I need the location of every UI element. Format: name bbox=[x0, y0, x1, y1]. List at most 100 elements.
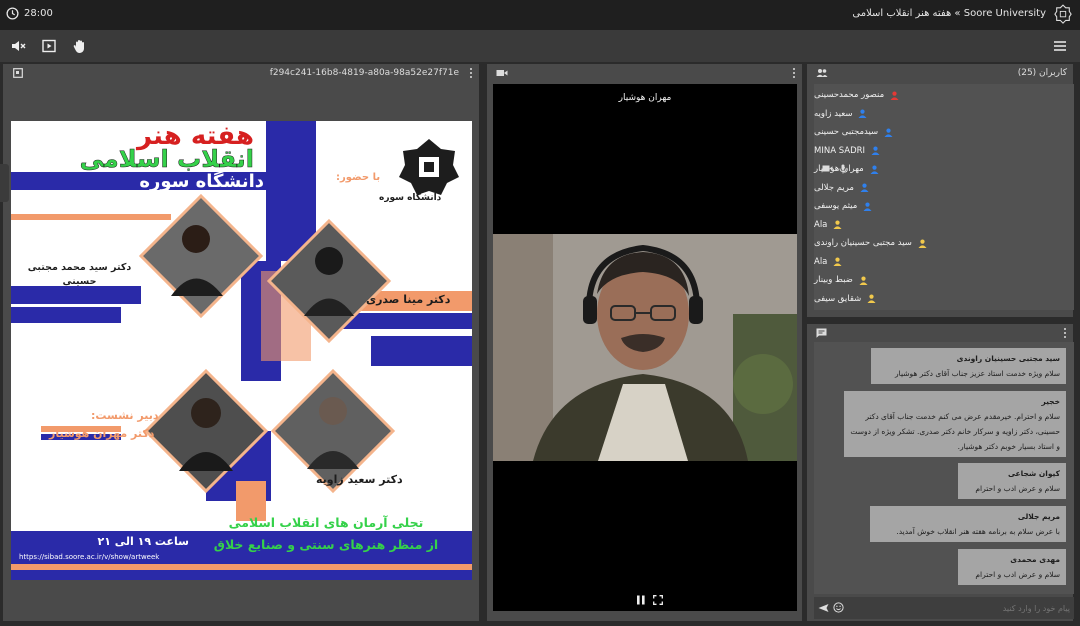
user-row[interactable]: میثم یوسفی bbox=[814, 197, 1074, 215]
chat-message-author: مریم جلالی bbox=[1017, 512, 1060, 521]
user-icon bbox=[884, 128, 893, 137]
poster-with-presence: با حضور: bbox=[336, 172, 381, 183]
user-row[interactable]: سیدمجتبی حسینی bbox=[814, 123, 1074, 141]
chat-panel: سید مجتبی حسینیان راوندی سلام ویژه خدمت … bbox=[807, 324, 1074, 621]
chat-message-text: سلام و عرض ادب و احترام bbox=[975, 484, 1060, 493]
camera-icon bbox=[496, 70, 508, 76]
poster-topic-line-1: تجلی آرمان های انقلاب اسلامی bbox=[228, 515, 424, 530]
chat-input-bar bbox=[814, 597, 1074, 619]
poster-speaker-3: دکتر مهران هوشیار bbox=[49, 427, 155, 440]
user-row[interactable]: شقایق سیفی bbox=[814, 290, 1074, 308]
chat-message-author: مهدی محمدی bbox=[1010, 555, 1060, 564]
user-row[interactable]: Ala bbox=[814, 253, 1074, 271]
user-icon bbox=[871, 146, 880, 155]
chat-message: کیوان شجاعی سلام و عرض ادب و احترام bbox=[958, 463, 1066, 499]
poster-time-line-1: زمان: سه شنبه ۲۴ فروردین bbox=[38, 517, 189, 530]
share-screen-button[interactable] bbox=[41, 38, 57, 54]
session-timer: 28:00 bbox=[6, 7, 53, 20]
presentation-options-button[interactable] bbox=[470, 68, 473, 78]
webcam-image bbox=[493, 234, 797, 461]
chat-message: خجیر سلام و احترام. خیرمقدم عرض می کنم خ… bbox=[844, 391, 1066, 457]
user-row[interactable]: منصور محمدحسینی bbox=[814, 86, 1074, 104]
user-name: میثم یوسفی bbox=[814, 201, 858, 211]
chat-message: مهدی محمدی سلام و عرض ادب و احترام bbox=[958, 549, 1066, 585]
user-name: سعید زاویه bbox=[814, 108, 853, 119]
presentation-panel: f294c241-16b8-4819-a80a-98a52e27f71e هفت… bbox=[0, 64, 479, 621]
top-bar: 28:00 Soore University » هفته هنر انقلاب… bbox=[0, 0, 1080, 30]
main-menu-button[interactable] bbox=[1052, 38, 1068, 54]
speaker-muted-icon bbox=[12, 41, 26, 51]
poster-url[interactable]: https://sibad.soore.ac.ir/v/show/artweek bbox=[19, 553, 159, 561]
raise-hand-button[interactable] bbox=[72, 38, 88, 54]
presentation-file-id: f294c241-16b8-4819-a80a-98a52e27f71e bbox=[269, 68, 459, 78]
user-icon bbox=[867, 294, 876, 303]
user-name: Ala bbox=[814, 219, 828, 230]
presentation-icon bbox=[13, 68, 23, 78]
chat-message-author: سید مجتبی حسینیان راوندی bbox=[956, 354, 1060, 363]
mute-audio-button[interactable] bbox=[10, 38, 26, 54]
webcam-feed bbox=[493, 234, 797, 461]
video-stage: مهران هوشیار bbox=[493, 84, 797, 611]
user-name: سیدمجتبی حسینی bbox=[814, 127, 879, 137]
chat-message-input[interactable] bbox=[850, 599, 1070, 617]
chat-header bbox=[807, 324, 1073, 342]
user-row[interactable]: ضبط وبینار bbox=[814, 271, 1074, 289]
play-screen-icon bbox=[42, 39, 56, 53]
user-icon bbox=[833, 257, 842, 266]
pause-video-button[interactable] bbox=[636, 590, 646, 609]
timer-text: 28:00 bbox=[24, 8, 53, 19]
poster-speaker-1: دکتر سید محمد مجتبی حسینی bbox=[27, 262, 132, 287]
clock-icon bbox=[6, 7, 19, 20]
poster-heading-2: انقلاب اسلامی bbox=[79, 145, 254, 174]
microphone-icon bbox=[839, 164, 847, 174]
fullscreen-button[interactable] bbox=[653, 590, 663, 609]
user-name: Ala bbox=[814, 256, 828, 267]
chat-messages: سید مجتبی حسینیان راوندی سلام ویژه خدمت … bbox=[814, 342, 1074, 594]
user-icon bbox=[870, 165, 879, 174]
user-row[interactable]: مهران هوشیار bbox=[814, 160, 1074, 178]
user-icon bbox=[833, 220, 842, 229]
user-name: ضبط وبینار bbox=[814, 275, 853, 285]
user-media-status bbox=[822, 164, 847, 174]
emoji-icon[interactable] bbox=[833, 602, 844, 613]
user-row[interactable]: سعید زاویه bbox=[814, 105, 1074, 123]
chat-message-text: سلام و عرض ادب و احترام bbox=[975, 570, 1060, 579]
chat-message-author: کیوان شجاعی bbox=[1007, 469, 1060, 478]
poster-university: دانشگاه سوره bbox=[379, 193, 442, 203]
poster-secretary-label: دبیر نشست: bbox=[91, 409, 159, 422]
user-row[interactable]: مریم جلالی bbox=[814, 179, 1074, 197]
user-row[interactable]: Ala bbox=[814, 216, 1074, 234]
hamburger-icon bbox=[1054, 41, 1066, 51]
user-icon bbox=[863, 202, 872, 211]
presentation-side-handle[interactable] bbox=[0, 164, 9, 202]
users-icon bbox=[816, 69, 828, 77]
chat-message-text: حسینی، دکتر زاویه و سرکار خانم دکتر صدری… bbox=[850, 427, 1060, 436]
users-title: کاربران (25) bbox=[1017, 68, 1067, 78]
user-name: شقایق سیفی bbox=[814, 293, 862, 304]
user-icon bbox=[858, 109, 867, 118]
chat-message-text: و استاد بسیار خوبم دکتر هوشیار. bbox=[957, 442, 1060, 451]
camera-icon bbox=[822, 165, 833, 172]
user-name: MINA SADRI bbox=[814, 145, 866, 156]
users-header: کاربران (25) bbox=[807, 64, 1073, 82]
user-name: سید مجتبی حسینیان راوندی bbox=[814, 238, 912, 248]
user-name: منصور محمدحسینی bbox=[814, 90, 885, 100]
video-speaker-name: مهران هوشیار bbox=[618, 93, 672, 103]
video-options-button[interactable] bbox=[793, 68, 796, 78]
chat-options-button[interactable] bbox=[1064, 328, 1067, 338]
user-row[interactable]: سید مجتبی حسینیان راوندی bbox=[814, 234, 1074, 252]
hand-icon bbox=[73, 40, 84, 53]
send-icon[interactable] bbox=[818, 603, 829, 613]
video-panel: مهران هوشیار bbox=[487, 64, 802, 621]
university-logo bbox=[1054, 4, 1072, 24]
users-list: منصور محمدحسینی سعید زاویه سیدمجتبی حسین… bbox=[814, 84, 1074, 310]
meeting-title: Soore University » هفته هنر انقلاب اسلام… bbox=[852, 8, 1046, 19]
user-icon bbox=[890, 91, 899, 100]
user-row[interactable]: MINA SADRI bbox=[814, 142, 1074, 160]
user-name: مریم جلالی bbox=[814, 182, 854, 193]
fullscreen-icon bbox=[653, 595, 663, 605]
chat-message: سید مجتبی حسینیان راوندی سلام ویژه خدمت … bbox=[871, 348, 1066, 384]
chat-message-text: سلام ویژه خدمت استاد عزیز جناب آقای دکتر… bbox=[895, 369, 1060, 378]
chat-message-text: سلام و احترام. خیرمقدم عرض می کنم خدمت ج… bbox=[865, 412, 1060, 421]
users-panel: کاربران (25) منصور محمدحسینی سعید زاویه … bbox=[807, 64, 1074, 317]
